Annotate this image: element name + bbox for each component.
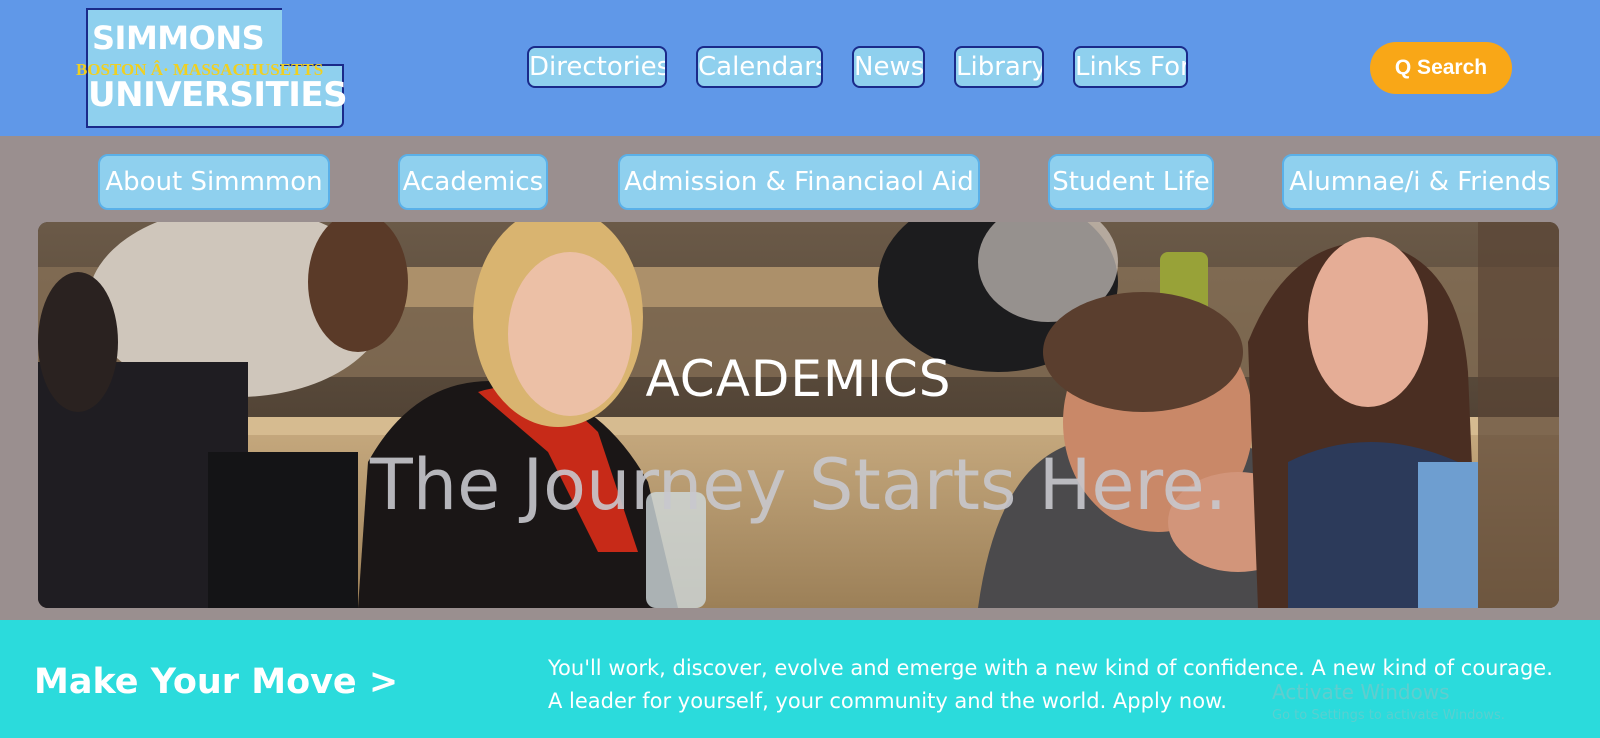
top-nav-links-for[interactable]: Links For: [1073, 46, 1188, 88]
make-your-move-link[interactable]: Make Your Move >: [34, 662, 398, 702]
main-nav-admission[interactable]: Admission & Financiaol Aid: [618, 154, 980, 210]
top-nav-news[interactable]: News: [852, 46, 925, 88]
activate-windows-title: Activate Windows: [1272, 680, 1450, 704]
main-nav-about[interactable]: About Simmmon: [98, 154, 330, 210]
logo-name-top: SIMMONS: [92, 19, 265, 57]
hero-banner: ACADEMICS The Journey Starts Here.: [38, 222, 1559, 608]
university-logo[interactable]: SIMMONS BOSTON Â· MASSACHUSETTS UNIVERSI…: [76, 8, 348, 128]
main-nav-alumni[interactable]: Alumnae/i & Friends: [1282, 154, 1558, 210]
hero-kicker: ACADEMICS: [645, 350, 952, 408]
logo-name-bottom: UNIVERSITIES: [88, 75, 348, 115]
main-nav-academics[interactable]: Academics: [398, 154, 548, 210]
hero-photo: [38, 222, 1559, 608]
activate-windows-subtitle: Go to Settings to activate Windows.: [1272, 708, 1505, 723]
top-nav-calendars[interactable]: Calendars: [696, 46, 823, 88]
site-header: SIMMONS BOSTON Â· MASSACHUSETTS UNIVERSI…: [0, 0, 1600, 136]
top-nav-directories[interactable]: Directories: [527, 46, 667, 88]
top-nav-library[interactable]: Library: [954, 46, 1044, 88]
main-nav-student-life[interactable]: Student Life: [1048, 154, 1214, 210]
search-button[interactable]: Q Search: [1370, 42, 1512, 94]
cta-band: Make Your Move > You'll work, discover, …: [0, 620, 1600, 738]
hero-title: The Journey Starts Here.: [370, 444, 1227, 526]
